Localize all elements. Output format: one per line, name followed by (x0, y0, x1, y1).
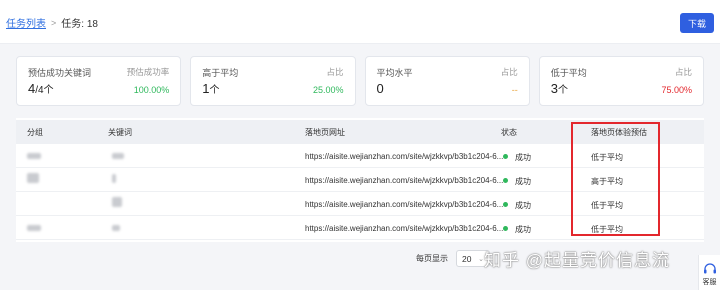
card-subtitle: 预估成功率 (126, 67, 170, 77)
status-cell: 成功 (503, 224, 531, 235)
success-dot-icon (503, 226, 508, 232)
status-cell: 成功 (503, 200, 531, 211)
card-value: 3个 (550, 81, 568, 96)
breadcrumb-current: 任务: 18 (61, 19, 98, 30)
success-dot-icon (503, 154, 508, 160)
experience-estimate: 低于平均 (591, 153, 623, 162)
status-cell: 成功 (503, 152, 531, 163)
card-subtitle: 占比 (674, 67, 692, 77)
column-header-group: 分组 (27, 128, 43, 137)
success-dot-icon (503, 178, 508, 184)
results-table: 分组 关键词 落地页网址 状态 落地页体验预估 https://aisite.w… (16, 118, 704, 242)
landing-url[interactable]: https://aisite.wejianzhan.com/site/wjzkk… (305, 200, 503, 209)
experience-estimate: 低于平均 (591, 201, 623, 210)
page-size-value: 20 (462, 253, 472, 264)
customer-service-button[interactable]: 客服 (698, 255, 720, 290)
experience-estimate: 低于平均 (591, 225, 623, 234)
column-header-status: 状态 (501, 128, 517, 137)
status-cell: 成功 (503, 176, 531, 187)
page-size-label: 每页显示 (416, 254, 448, 263)
summary-card-above-average: 高于平均 占比 1个 25.00% (190, 56, 356, 106)
breadcrumb-task-list-link[interactable]: 任务列表 (6, 15, 46, 30)
redacted-group (27, 153, 41, 159)
breadcrumb: 任务列表 > 任务: 18 (6, 15, 98, 31)
card-title: 高于平均 (202, 68, 239, 78)
table-row[interactable]: https://aisite.wejianzhan.com/site/wjzkk… (16, 216, 704, 240)
watermark: 知乎 @起量竞价信息流 (484, 251, 670, 270)
table-header: 分组 关键词 落地页网址 状态 落地页体验预估 (16, 120, 704, 144)
card-title: 平均水平 (376, 68, 413, 78)
landing-url[interactable]: https://aisite.wejianzhan.com/site/wjzkk… (305, 152, 503, 161)
redacted-keyword (112, 153, 124, 159)
table-row[interactable]: https://aisite.wejianzhan.com/site/wjzkk… (16, 192, 704, 216)
experience-estimate: 高于平均 (591, 177, 623, 186)
download-button[interactable]: 下载 (680, 13, 714, 33)
success-dot-icon (503, 202, 508, 208)
pagination: 每页显示 20 ⌄ (416, 250, 490, 267)
redacted-keyword (112, 225, 120, 231)
card-subtitle: 占比 (500, 67, 518, 77)
card-value: 1个 (202, 81, 220, 96)
redacted-keyword (112, 197, 122, 207)
card-percentage: 100.00% (133, 85, 170, 95)
summary-card-below-average: 低于平均 占比 3个 75.00% (538, 56, 704, 106)
card-value: 0 (376, 81, 384, 96)
headset-icon (703, 263, 716, 274)
redacted-keyword (112, 174, 116, 183)
breadcrumb-separator: > (51, 17, 57, 28)
summary-cards: 预估成功关键词 预估成功率 4/4个 100.00% 高于平均 占比 1个 25… (16, 56, 704, 106)
column-header-experience-estimate: 落地页体验预估 (591, 128, 647, 137)
top-bar: 任务列表 > 任务: 18 下载 (0, 0, 720, 44)
customer-service-label: 客服 (702, 279, 717, 286)
table-row[interactable]: https://aisite.wejianzhan.com/site/wjzkk… (16, 168, 704, 192)
redacted-group (27, 225, 41, 231)
card-title: 低于平均 (550, 68, 587, 78)
summary-card-average: 平均水平 占比 0 -- (364, 56, 530, 106)
column-header-landing-url: 落地页网址 (305, 128, 345, 137)
card-percentage: 25.00% (312, 85, 344, 95)
card-percentage: -- (511, 85, 518, 95)
card-percentage: 75.00% (661, 85, 692, 95)
landing-url[interactable]: https://aisite.wejianzhan.com/site/wjzkk… (305, 224, 503, 233)
card-value: 4/4个 (28, 81, 54, 96)
card-subtitle: 占比 (326, 67, 344, 77)
landing-url[interactable]: https://aisite.wejianzhan.com/site/wjzkk… (305, 176, 503, 185)
summary-card-success: 预估成功关键词 预估成功率 4/4个 100.00% (16, 56, 182, 106)
table-row[interactable]: https://aisite.wejianzhan.com/site/wjzkk… (16, 144, 704, 168)
column-header-keyword: 关键词 (108, 128, 132, 137)
card-title: 预估成功关键词 (28, 68, 92, 78)
redacted-group (27, 173, 39, 183)
